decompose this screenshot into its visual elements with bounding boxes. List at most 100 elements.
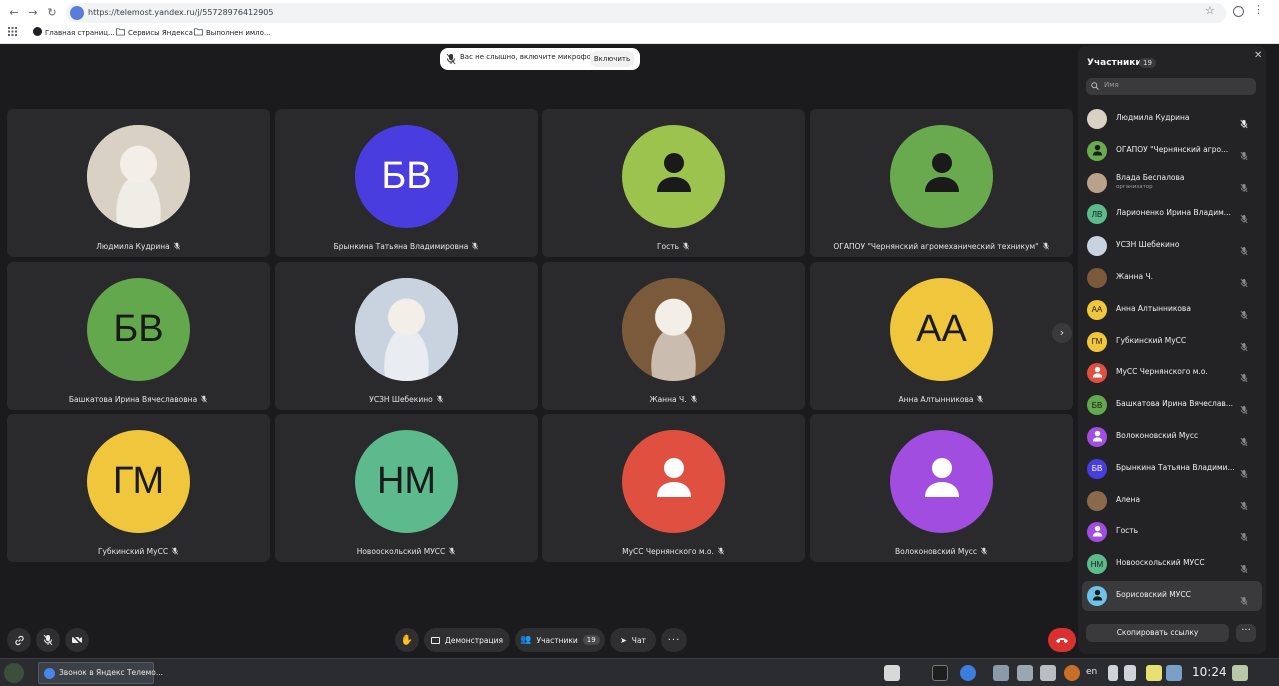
participant-tile[interactable]: Жанна Ч. — [542, 262, 805, 410]
participant-row[interactable]: МуСС Чернянского м.о. — [1082, 358, 1262, 388]
mic-off-icon[interactable] — [1240, 368, 1248, 383]
participant-row[interactable]: БВ Брынкина Татьяна Владими... — [1082, 454, 1262, 484]
start-menu-icon[interactable] — [4, 663, 24, 683]
keyboard-layout[interactable]: en — [1086, 667, 1097, 677]
mic-off-icon[interactable] — [1240, 178, 1248, 192]
next-page-arrow-icon[interactable]: › — [1052, 323, 1072, 343]
participant-tile[interactable]: АА Анна Алтынникова — [810, 262, 1073, 410]
participant-row[interactable]: БВ Башкатова Ирина Вячеслав... — [1082, 390, 1262, 420]
participant-avatar: БВ — [1087, 458, 1107, 479]
printer-icon[interactable] — [884, 665, 900, 681]
show-desktop-icon[interactable] — [1232, 665, 1248, 681]
more-options-button[interactable]: ··· — [661, 628, 687, 652]
mic-off-icon[interactable] — [1240, 527, 1248, 542]
participant-name-text: Волоконовский Мусс — [894, 547, 978, 556]
tray-app-icon[interactable] — [1064, 665, 1080, 681]
terminal-icon[interactable] — [932, 665, 948, 681]
mic-off-icon[interactable] — [1240, 400, 1248, 415]
enable-mic-button[interactable]: Включить — [590, 51, 634, 67]
participant-avatar — [1087, 172, 1107, 193]
panel-more-icon[interactable]: ··· — [1236, 624, 1256, 642]
participant-row[interactable]: НМ Новооскольский МУСС — [1082, 549, 1262, 579]
participant-name: Людмила Кудрина — [7, 242, 270, 251]
participant-row[interactable]: Жанна Ч. — [1082, 263, 1262, 293]
participant-row[interactable]: ОГАПОУ "Чернянский агро... — [1082, 136, 1262, 166]
apps-grid-icon[interactable] — [8, 27, 17, 40]
taskbar-window-button[interactable]: Звонок в Яндекс Телемо... — [38, 662, 163, 684]
trash-icon[interactable] — [1040, 665, 1056, 681]
participant-tile[interactable]: ГМ Губкинский МуСС — [7, 414, 270, 562]
reload-icon[interactable]: ↻ — [44, 5, 60, 21]
mic-off-icon[interactable] — [1240, 559, 1248, 574]
avatar-photo — [622, 278, 725, 381]
chat-button[interactable]: ➤ Чат — [610, 628, 656, 652]
mic-off-icon[interactable] — [1240, 432, 1248, 447]
mic-off-icon[interactable] — [1240, 146, 1248, 161]
participant-row-name: МуСС Чернянского м.о. — [1116, 367, 1208, 377]
mic-off-icon[interactable] — [1240, 114, 1248, 129]
copy-link-icon[interactable] — [7, 628, 31, 652]
mic-off-icon[interactable] — [1240, 496, 1248, 510]
bookmark-folder[interactable]: Выполнен имло... — [194, 27, 271, 39]
mic-off-icon[interactable] — [1240, 337, 1248, 351]
forward-icon[interactable]: → — [25, 5, 41, 21]
participant-row[interactable]: Влада Беспалова организатор — [1082, 168, 1262, 198]
address-bar[interactable]: https://telemost.yandex.ru/j/55728976412… — [66, 3, 1226, 23]
copy-link-button[interactable]: Скопировать ссылку — [1086, 624, 1229, 642]
site-info-icon[interactable] — [70, 6, 84, 20]
bookmark-star-icon[interactable]: ☆ — [1205, 4, 1215, 17]
screen: ← → ↻ https://telemost.yandex.ru/j/55728… — [0, 0, 1279, 686]
person-icon — [922, 150, 962, 204]
participant-tile[interactable]: УСЗН Шебекино — [275, 262, 538, 410]
mic-off-icon[interactable] — [1240, 305, 1248, 320]
back-icon[interactable]: ← — [6, 5, 22, 21]
mic-off-icon[interactable] — [1240, 591, 1248, 606]
mic-toggle-button[interactable] — [36, 628, 60, 652]
volume-icon[interactable] — [1124, 665, 1136, 681]
folder-icon[interactable] — [1017, 665, 1033, 681]
participant-tile[interactable]: Волоконовский Мусс — [810, 414, 1073, 562]
browser-menu-icon[interactable]: ⋮ — [1253, 3, 1264, 16]
participant-name-text: УСЗН Шебекино — [369, 395, 433, 404]
participant-row[interactable]: Людмила Кудрина — [1082, 104, 1262, 134]
screen-share-button[interactable]: Демонстрация — [424, 628, 510, 652]
participant-row[interactable]: Алена — [1082, 486, 1262, 516]
screen-share-label: Демонстрация — [445, 635, 503, 645]
hangup-button[interactable] — [1048, 628, 1076, 652]
close-icon[interactable]: ✕ — [1254, 50, 1262, 61]
bookmark-home[interactable]: Главная страниц... — [33, 27, 115, 39]
mic-off-icon[interactable] — [1240, 273, 1248, 288]
chrome-icon[interactable] — [960, 665, 976, 681]
microphone-icon[interactable] — [1108, 665, 1118, 681]
profile-icon[interactable] — [1233, 6, 1244, 17]
participant-tile[interactable]: БВ Брынкина Татьяна Владимировна — [275, 109, 538, 257]
participant-name: Башкатова Ирина Вячеславовна — [7, 395, 270, 404]
participant-tile[interactable]: МуСС Чернянского м.о. — [542, 414, 805, 562]
network-icon[interactable] — [1166, 665, 1182, 681]
file-manager-icon[interactable] — [993, 665, 1009, 681]
participant-tile[interactable]: Гость — [542, 109, 805, 257]
participant-tile[interactable]: БВ Башкатова Ирина Вячеславовна — [7, 262, 270, 410]
mic-off-icon[interactable] — [1240, 464, 1248, 479]
bookmark-yandex-services[interactable]: Сервисы Яндекса — [116, 27, 193, 39]
participant-row[interactable]: Гость — [1082, 517, 1262, 547]
mic-off-icon — [170, 242, 181, 251]
participant-tile[interactable]: НМ Новооскольский МУСС — [275, 414, 538, 562]
camera-toggle-button[interactable] — [65, 628, 89, 652]
tray-p-icon[interactable] — [1146, 665, 1162, 681]
participant-avatar: ЛВ — [1087, 204, 1107, 225]
participants-button[interactable]: 👥 Участники 19 — [515, 628, 605, 652]
participant-name: Новооскольский МУСС — [275, 547, 538, 556]
mic-off-icon[interactable] — [1240, 209, 1248, 224]
participant-tile[interactable]: ОГАПОУ "Чернянский агромеханический техн… — [810, 109, 1073, 257]
participant-row[interactable]: ГМ Губкинский МуСС — [1082, 327, 1262, 357]
participant-row[interactable]: Борисовский МУСС — [1082, 581, 1262, 611]
raise-hand-button[interactable]: ✋ — [395, 628, 419, 652]
participant-row[interactable]: УСЗН Шебекино — [1082, 231, 1262, 261]
participant-tile[interactable]: Людмила Кудрина — [7, 109, 270, 257]
mic-off-icon[interactable] — [1240, 241, 1248, 256]
participant-row[interactable]: АА Анна Алтынникова — [1082, 295, 1262, 325]
participant-row[interactable]: Волоконовский Мусс — [1082, 422, 1262, 452]
participant-search-input[interactable]: Имя — [1086, 78, 1256, 95]
participant-row[interactable]: ЛВ Ларионенко Ирина Владим... — [1082, 199, 1262, 229]
